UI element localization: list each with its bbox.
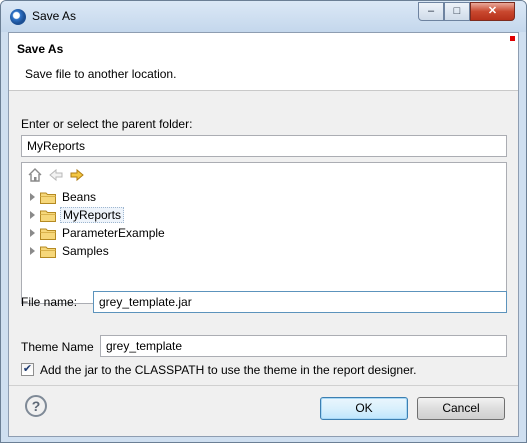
folder-tree: Beans MyReports ParameterExample Samples [21, 162, 507, 304]
back-arrow-icon[interactable] [47, 167, 65, 185]
tree-item-label: Beans [62, 190, 97, 204]
home-icon[interactable] [26, 167, 44, 185]
cancel-button[interactable]: Cancel [417, 397, 505, 420]
tree-item-parameterexample[interactable]: ParameterExample [30, 225, 230, 243]
close-button[interactable]: ✕ [470, 2, 515, 21]
folder-icon [40, 227, 56, 240]
expand-arrow-icon[interactable] [30, 229, 35, 237]
file-name-label: File name: [21, 295, 78, 309]
maximize-button[interactable]: □ [444, 2, 470, 21]
title-bar[interactable]: Save As – □ ✕ [1, 1, 526, 32]
dialog-body: Save As Save file to another location. E… [8, 32, 519, 437]
footer-divider [9, 385, 518, 386]
parent-folder-label: Enter or select the parent folder: [21, 117, 193, 131]
forward-arrow-icon[interactable] [68, 167, 86, 185]
header-title: Save As [17, 42, 64, 56]
folder-icon [40, 209, 56, 222]
ok-button[interactable]: OK [320, 397, 408, 420]
classpath-checkbox-label[interactable]: Add the jar to the CLASSPATH to use the … [40, 363, 416, 377]
expand-arrow-icon[interactable] [30, 247, 35, 255]
tree-item-beans[interactable]: Beans [30, 189, 230, 207]
save-as-dialog: Save As – □ ✕ Save As Save file to anoth… [0, 0, 527, 443]
folder-icon [40, 245, 56, 258]
file-name-input[interactable] [93, 291, 507, 313]
dialog-header: Save As Save file to another location. [9, 33, 518, 91]
tree-item-myreports[interactable]: MyReports [30, 207, 230, 225]
expand-arrow-icon[interactable] [30, 193, 35, 201]
folder-icon [40, 191, 56, 204]
theme-name-input[interactable] [100, 335, 507, 357]
tree-item-samples[interactable]: Samples [30, 243, 230, 261]
parent-folder-input[interactable] [21, 135, 507, 157]
header-description: Save file to another location. [25, 67, 177, 81]
theme-name-label: Theme Name [21, 340, 94, 354]
classpath-checkbox[interactable]: ✔ [21, 363, 34, 376]
tree-item-label: Samples [62, 244, 109, 258]
app-logo-icon [10, 9, 26, 25]
expand-arrow-icon[interactable] [30, 211, 35, 219]
tree-item-label: ParameterExample [62, 226, 165, 240]
minimize-button[interactable]: – [418, 2, 444, 21]
error-marker-icon [510, 36, 515, 41]
tree-item-label: MyReports [60, 207, 125, 223]
help-button[interactable]: ? [25, 395, 47, 417]
window-title: Save As [32, 9, 77, 23]
